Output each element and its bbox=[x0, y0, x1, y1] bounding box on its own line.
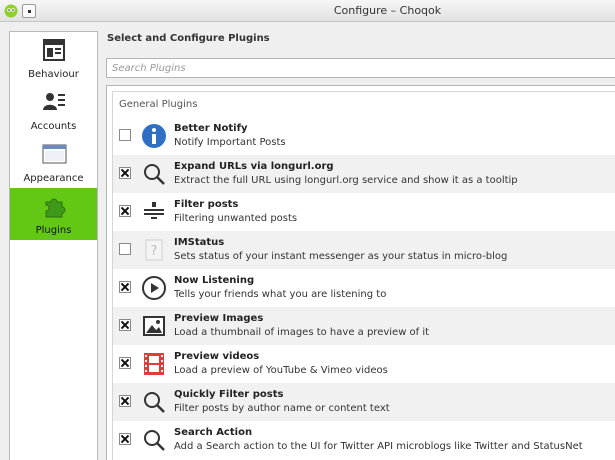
filter-icon bbox=[144, 202, 164, 219]
plugin-description: Sets status of your instant messenger as… bbox=[174, 251, 508, 262]
plugin-name: Expand URLs via longurl.org bbox=[174, 161, 334, 172]
page-title: Select and Configure Plugins bbox=[107, 33, 270, 44]
search-icon bbox=[144, 164, 165, 185]
plugin-checkbox[interactable] bbox=[119, 433, 131, 445]
category-sidebar: Behaviour Accounts Appearance Plugins bbox=[9, 31, 98, 460]
group-label: General Plugins bbox=[119, 99, 198, 110]
svg-text:?: ? bbox=[151, 244, 158, 259]
search-icon bbox=[144, 392, 165, 413]
search-icon bbox=[144, 430, 165, 451]
plugin-description: Load a preview of YouTube & Vimeo videos bbox=[174, 365, 388, 376]
sidebar-item-plugins[interactable]: Plugins bbox=[10, 188, 97, 240]
plugin-checkbox[interactable] bbox=[119, 243, 131, 255]
plugin-checkbox[interactable] bbox=[119, 319, 131, 331]
sidebar-item-label: Accounts bbox=[30, 121, 77, 132]
image-icon bbox=[143, 316, 165, 336]
unknown-icon: ? bbox=[145, 239, 163, 261]
plugin-row-search-action[interactable]: Search Action Add a Search action to the… bbox=[113, 421, 615, 459]
sidebar-item-label: Behaviour bbox=[28, 69, 79, 80]
plugin-checkbox[interactable] bbox=[119, 205, 131, 217]
plugin-row-now-listening[interactable]: Now Listening Tells your friends what yo… bbox=[113, 269, 615, 307]
plugin-description: Filter posts by author name or content t… bbox=[174, 403, 390, 414]
play-icon bbox=[142, 276, 166, 300]
plugin-row-quickly-filter-posts[interactable]: Quickly Filter posts Filter posts by aut… bbox=[113, 383, 615, 421]
film-icon bbox=[144, 353, 164, 375]
plugin-row-better-notify[interactable]: Better Notify Notify Important Posts bbox=[113, 117, 615, 155]
plugin-name: Better Notify bbox=[174, 123, 248, 134]
plugin-checkbox[interactable] bbox=[119, 281, 131, 293]
plugin-checkbox[interactable] bbox=[119, 129, 131, 141]
plugin-name: Preview Images bbox=[174, 313, 264, 324]
plugin-description: Extract the full URL using longurl.org s… bbox=[174, 175, 518, 186]
plugins-icon bbox=[45, 198, 66, 218]
plugin-description: Add a Search action to the UI for Twitte… bbox=[174, 441, 583, 452]
appearance-icon bbox=[42, 144, 67, 164]
sidebar-item-accounts[interactable]: Accounts bbox=[10, 84, 97, 136]
plugin-name: Search Action bbox=[174, 427, 253, 438]
plugin-list: General Plugins Better Notify Notify Imp… bbox=[106, 85, 615, 460]
behaviour-icon bbox=[43, 39, 65, 61]
plugin-row-preview-images[interactable]: Preview Images Load a thumbnail of image… bbox=[113, 307, 615, 345]
sidebar-item-behaviour[interactable]: Behaviour bbox=[10, 32, 97, 84]
sidebar-item-label: Plugins bbox=[35, 225, 72, 236]
plugin-description: Notify Important Posts bbox=[174, 137, 286, 148]
accounts-icon bbox=[43, 93, 65, 110]
search-plugins-input[interactable] bbox=[106, 58, 615, 78]
info-icon bbox=[142, 124, 166, 148]
title-bar: Configure – Choqok bbox=[0, 0, 615, 22]
plugin-row-filter-posts[interactable]: Filter posts Filtering unwanted posts bbox=[113, 193, 615, 231]
window-title: Configure – Choqok bbox=[333, 4, 442, 17]
plugin-name: Quickly Filter posts bbox=[174, 389, 284, 400]
plugin-name: Preview videos bbox=[174, 351, 260, 362]
plugin-checkbox[interactable] bbox=[119, 167, 131, 179]
plugin-name: Now Listening bbox=[174, 275, 255, 286]
plugin-name: Filter posts bbox=[174, 199, 239, 210]
plugin-checkbox[interactable] bbox=[119, 357, 131, 369]
plugin-row-preview-videos[interactable]: Preview videos Load a preview of YouTube… bbox=[113, 345, 615, 383]
plugin-description: Load a thumbnail of images to have a pre… bbox=[174, 327, 430, 338]
sidebar-item-appearance[interactable]: Appearance bbox=[10, 136, 97, 188]
plugin-row-imstatus[interactable]: ? IMStatus Sets status of your instant m… bbox=[113, 231, 615, 269]
plugin-row-expand-urls[interactable]: Expand URLs via longurl.org Extract the … bbox=[113, 155, 615, 193]
plugin-description: Filtering unwanted posts bbox=[174, 213, 298, 224]
sidebar-item-label: Appearance bbox=[23, 173, 84, 184]
plugin-description: Tells your friends what you are listenin… bbox=[174, 289, 387, 300]
plugin-checkbox[interactable] bbox=[119, 395, 131, 407]
plugin-name: IMStatus bbox=[174, 237, 225, 248]
